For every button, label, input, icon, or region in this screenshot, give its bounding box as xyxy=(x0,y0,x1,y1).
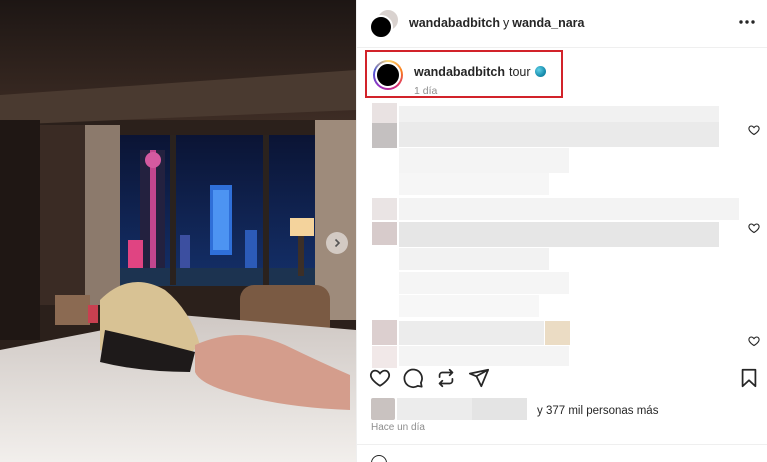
blurred-comment xyxy=(399,173,549,195)
author-separator: y xyxy=(502,16,510,30)
author-link[interactable]: wanda_nara xyxy=(512,16,584,30)
comment-like-button[interactable] xyxy=(748,123,760,136)
author-link[interactable]: wandabadbitch xyxy=(409,16,500,30)
bookmark-icon xyxy=(741,368,757,388)
blurred-comment xyxy=(399,222,719,247)
avatar xyxy=(369,15,393,39)
caption-text: tour xyxy=(508,65,531,79)
heart-icon xyxy=(748,336,760,347)
blurred-avatar xyxy=(372,103,397,123)
more-horizontal-icon xyxy=(739,20,755,24)
blurred-liker xyxy=(397,398,472,420)
like-button[interactable] xyxy=(369,367,391,389)
post-image[interactable] xyxy=(0,0,356,462)
blurred-avatar xyxy=(372,198,397,220)
post-timestamp[interactable]: Hace un día xyxy=(371,422,425,433)
share-button[interactable] xyxy=(468,367,490,389)
story-ring-avatar[interactable] xyxy=(373,60,403,90)
post-panel: wandabadbitch y wanda_nara wandabadbitch to… xyxy=(356,0,767,462)
caption-time: 1 día xyxy=(414,85,438,97)
blurred-avatar xyxy=(371,398,395,420)
blurred-comment xyxy=(399,321,544,345)
blurred-comment xyxy=(399,198,739,220)
collab-avatars[interactable] xyxy=(369,9,399,39)
repost-icon xyxy=(438,368,454,388)
more-options-button[interactable] xyxy=(738,13,756,34)
comment-like-button[interactable] xyxy=(748,334,760,347)
heart-icon xyxy=(369,369,391,387)
blurred-comment xyxy=(399,248,549,270)
avatar xyxy=(375,62,401,88)
blurred-liker xyxy=(472,398,527,420)
header-authors: wandabadbitch y wanda_nara xyxy=(409,16,585,30)
action-bar xyxy=(357,367,767,393)
caption-line: wandabadbitch tour xyxy=(414,65,546,79)
blurred-comment xyxy=(399,148,569,173)
post-header: wandabadbitch y wanda_nara xyxy=(357,0,767,48)
blurred-comment xyxy=(399,106,719,122)
comment-like-button[interactable] xyxy=(748,221,760,234)
blurred-comment xyxy=(399,295,539,317)
paper-plane-icon xyxy=(468,368,490,388)
repost-button[interactable] xyxy=(435,367,457,389)
emoji-icon[interactable] xyxy=(371,455,387,462)
blurred-avatar xyxy=(372,222,397,245)
divider xyxy=(357,444,767,445)
blurred-comment xyxy=(399,346,569,366)
blurred-avatar xyxy=(372,346,397,368)
blurred-avatar xyxy=(372,123,397,148)
caption-highlight-box: wandabadbitch tour 1 día xyxy=(365,50,563,98)
heart-icon xyxy=(748,223,760,234)
post-dialog: wandabadbitch y wanda_nara wandabadbitch to… xyxy=(0,0,767,462)
next-image-button[interactable] xyxy=(326,232,348,254)
save-button[interactable] xyxy=(738,367,760,389)
blurred-comment xyxy=(399,122,719,147)
comment-bubble-icon xyxy=(403,368,423,389)
hotel-room-photo xyxy=(0,0,356,462)
heart-icon xyxy=(748,125,760,136)
caption-username[interactable]: wandabadbitch xyxy=(414,65,505,79)
blurred-avatar xyxy=(372,320,397,345)
blurred-comment xyxy=(545,321,570,345)
comment-button[interactable] xyxy=(402,367,424,389)
chevron-right-icon xyxy=(334,238,341,248)
blurred-comment xyxy=(399,272,569,294)
globe-emoji-icon xyxy=(534,66,546,77)
likes-count[interactable]: y 377 mil personas más xyxy=(537,405,658,417)
